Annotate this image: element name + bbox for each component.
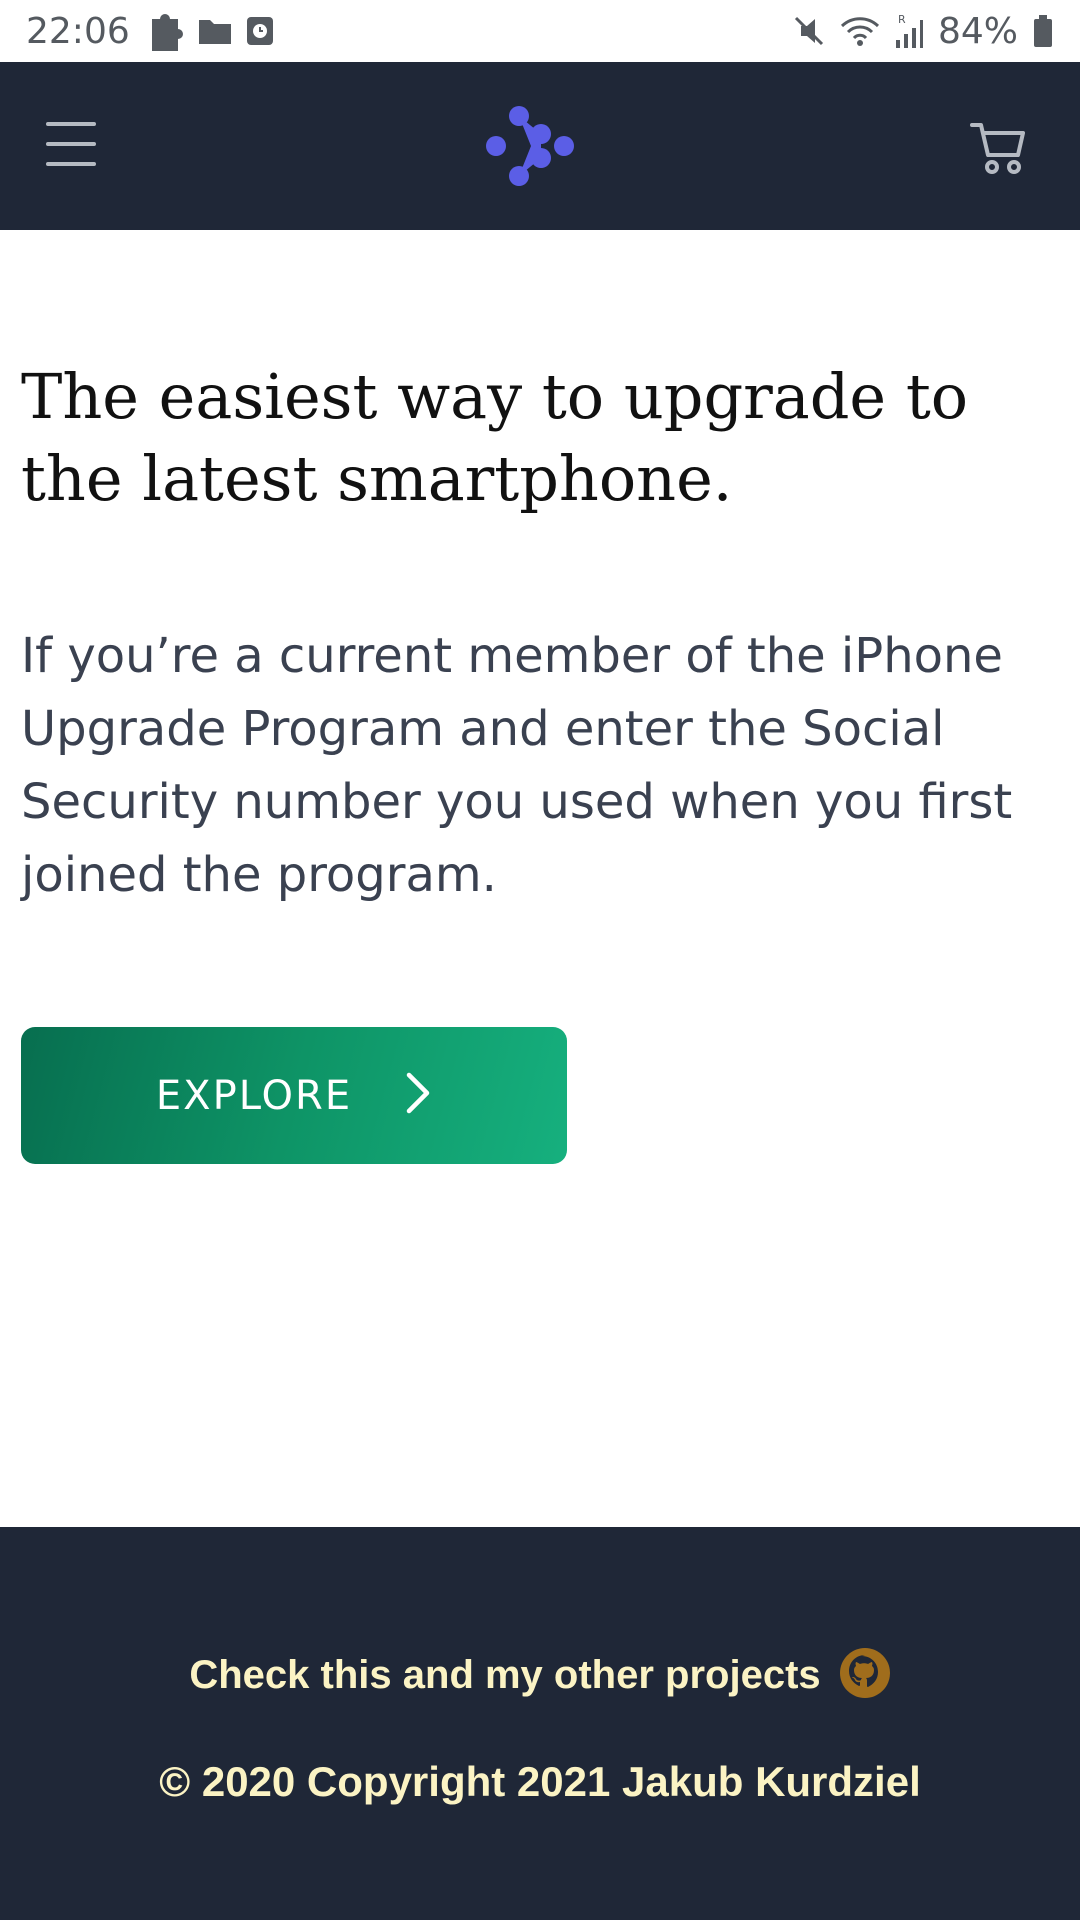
battery-level: 84%	[937, 10, 1018, 52]
page-headline: The easiest way to upgrade to the latest…	[21, 360, 969, 515]
footer: Check this and my other projects © 2020 …	[0, 1527, 1080, 1920]
explore-button-label: EXPLORE	[155, 1072, 353, 1119]
clock-card-icon	[246, 16, 274, 46]
shopping-cart-icon[interactable]	[968, 117, 1028, 177]
folder-icon	[198, 17, 232, 45]
chevron-right-icon	[404, 1071, 432, 1120]
github-icon[interactable]	[839, 1647, 891, 1704]
page-description: If you’re a current member of the iPhone…	[21, 628, 1013, 903]
status-left: 22:06	[26, 9, 274, 53]
explore-button[interactable]: EXPLORE	[21, 1027, 567, 1164]
puzzle-icon	[148, 9, 184, 53]
status-time: 22:06	[26, 10, 130, 52]
signal-icon: R	[894, 12, 924, 50]
hamburger-menu-icon[interactable]	[46, 122, 98, 166]
battery-icon	[1032, 14, 1054, 48]
dots-logo-icon[interactable]	[484, 104, 576, 188]
top-nav-bar	[0, 62, 1080, 230]
svg-text:R: R	[898, 13, 906, 26]
copyright-text: © 2020 Copyright 2021 Jakub Kurdziel	[159, 1758, 921, 1805]
status-bar: 22:06 R 84%	[0, 0, 1080, 62]
wifi-icon	[840, 14, 880, 48]
mute-icon	[792, 14, 826, 48]
status-right: R 84%	[792, 11, 1054, 52]
projects-link-text[interactable]: Check this and my other projects	[189, 1653, 820, 1698]
projects-link[interactable]: Check this and my other projects	[0, 1647, 1080, 1704]
